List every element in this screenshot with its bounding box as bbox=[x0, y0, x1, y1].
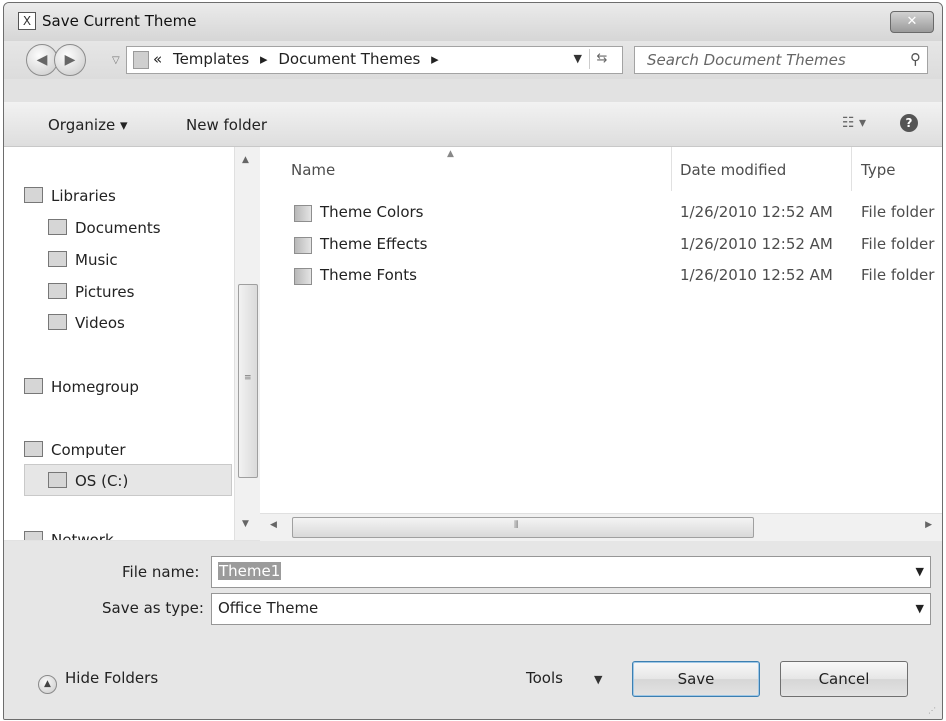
save-as-type-value: Office Theme bbox=[218, 599, 319, 617]
file-row[interactable]: Theme Effects 1/26/2010 12:52 AM File fo… bbox=[260, 232, 942, 260]
sidebar-item-libraries[interactable]: Libraries bbox=[24, 187, 116, 205]
scroll-left-icon[interactable]: ◀ bbox=[270, 520, 277, 530]
sidebar-item-computer[interactable]: Computer bbox=[24, 441, 126, 459]
file-date: 1/26/2010 12:52 AM bbox=[680, 203, 833, 221]
videos-icon bbox=[48, 314, 67, 330]
file-type: File folder bbox=[861, 203, 935, 221]
folder-icon bbox=[133, 51, 149, 69]
command-bar: Organize ▾ New folder ☷ ▾ ? bbox=[4, 102, 942, 147]
sidebar-item-network[interactable]: Network bbox=[24, 531, 114, 540]
file-name-label: File name: bbox=[122, 563, 200, 581]
homegroup-icon bbox=[24, 378, 43, 394]
folder-icon bbox=[294, 205, 312, 222]
save-form: File name: Theme1 ▼ Save as type: Office… bbox=[4, 541, 942, 719]
cancel-button[interactable]: Cancel bbox=[780, 661, 908, 697]
network-icon bbox=[24, 531, 43, 540]
folder-icon bbox=[294, 237, 312, 254]
file-name: Theme Effects bbox=[320, 235, 428, 253]
folder-icon bbox=[294, 268, 312, 285]
file-list: ▲ Name Date modified Type Theme Colors 1… bbox=[260, 147, 942, 513]
sidebar-item-videos[interactable]: Videos bbox=[48, 314, 125, 332]
file-row[interactable]: Theme Colors 1/26/2010 12:52 AM File fol… bbox=[260, 200, 942, 228]
drive-icon bbox=[48, 472, 67, 488]
scroll-thumb[interactable]: ≡ bbox=[238, 284, 258, 478]
address-dropdown-icon[interactable]: ▼ bbox=[574, 52, 582, 65]
save-theme-dialog: X Save Current Theme ✕ ◀ ▶ ▽ « Templates… bbox=[3, 2, 943, 720]
save-button[interactable]: Save bbox=[632, 661, 760, 697]
save-as-type-select[interactable]: Office Theme ▼ bbox=[211, 593, 931, 625]
organize-button[interactable]: Organize ▾ bbox=[48, 116, 128, 134]
app-icon: X bbox=[18, 12, 36, 30]
computer-icon bbox=[24, 441, 43, 457]
file-type: File folder bbox=[861, 235, 935, 253]
breadcrumb-overflow[interactable]: « bbox=[153, 50, 162, 68]
collapse-icon: ▲ bbox=[38, 675, 57, 694]
column-date-modified[interactable]: Date modified bbox=[680, 161, 786, 179]
breadcrumb-templates[interactable]: Templates bbox=[173, 50, 249, 68]
file-list-scrollbar[interactable]: ◀ ⦀ ▶ bbox=[260, 513, 942, 541]
resize-grip-icon[interactable]: ⋰ bbox=[928, 706, 936, 715]
chevron-down-icon[interactable]: ▼ bbox=[916, 565, 924, 578]
column-type[interactable]: Type bbox=[861, 161, 895, 179]
scroll-thumb[interactable]: ⦀ bbox=[292, 517, 754, 538]
libraries-icon bbox=[24, 187, 43, 203]
address-bar[interactable]: « Templates ▸ Document Themes ▸ ▼ ⇆ bbox=[126, 46, 623, 74]
window-title: Save Current Theme bbox=[42, 12, 197, 30]
documents-icon bbox=[48, 219, 67, 235]
file-date: 1/26/2010 12:52 AM bbox=[680, 266, 833, 284]
sidebar-item-music[interactable]: Music bbox=[48, 251, 118, 269]
close-button[interactable]: ✕ bbox=[890, 11, 934, 33]
column-divider[interactable] bbox=[671, 147, 672, 191]
column-name[interactable]: Name bbox=[291, 161, 335, 179]
sidebar-item-os-drive[interactable]: OS (C:) bbox=[48, 472, 128, 490]
recent-pages-dropdown[interactable]: ▽ bbox=[112, 55, 120, 66]
search-icon[interactable]: ⚲ bbox=[910, 50, 921, 68]
search-input[interactable]: Search Document Themes bbox=[647, 51, 846, 69]
file-row[interactable]: Theme Fonts 1/26/2010 12:52 AM File fold… bbox=[260, 263, 942, 291]
new-folder-button[interactable]: New folder bbox=[186, 116, 267, 134]
navigation-scrollbar[interactable]: ▲ ≡ ▼ bbox=[234, 147, 260, 540]
scroll-right-icon[interactable]: ▶ bbox=[925, 520, 932, 530]
breadcrumb-separator[interactable]: ▸ bbox=[431, 50, 439, 68]
file-name-field[interactable]: Theme1 ▼ bbox=[211, 556, 931, 588]
sort-ascending-icon: ▲ bbox=[447, 149, 454, 159]
hide-folders-button[interactable]: ▲ Hide Folders bbox=[38, 669, 158, 694]
file-type: File folder bbox=[861, 266, 935, 284]
sidebar-item-pictures[interactable]: Pictures bbox=[48, 283, 134, 301]
pictures-icon bbox=[48, 283, 67, 299]
sidebar-item-documents[interactable]: Documents bbox=[48, 219, 161, 237]
sidebar-item-homegroup[interactable]: Homegroup bbox=[24, 378, 139, 396]
file-date: 1/26/2010 12:52 AM bbox=[680, 235, 833, 253]
navigation-pane: Libraries Documents Music Pictures Video… bbox=[4, 147, 234, 540]
help-icon[interactable]: ? bbox=[900, 114, 918, 132]
save-as-type-label: Save as type: bbox=[102, 599, 204, 617]
refresh-icon[interactable]: ⇆ bbox=[589, 49, 614, 69]
view-options-icon[interactable]: ☷ ▾ bbox=[842, 115, 866, 131]
navigation-bar: ◀ ▶ ▽ « Templates ▸ Document Themes ▸ ▼ … bbox=[4, 41, 942, 79]
title-bar: X Save Current Theme ✕ bbox=[4, 3, 942, 41]
chevron-down-icon[interactable]: ▼ bbox=[916, 602, 924, 615]
tools-button[interactable]: Tools bbox=[526, 669, 563, 687]
search-box[interactable]: Search Document Themes ⚲ bbox=[634, 46, 928, 74]
music-icon bbox=[48, 251, 67, 267]
scroll-up-icon[interactable]: ▲ bbox=[242, 155, 249, 165]
breadcrumb-separator[interactable]: ▸ bbox=[260, 50, 268, 68]
file-name: Theme Fonts bbox=[320, 266, 417, 284]
chevron-down-icon[interactable]: ▼ bbox=[594, 673, 602, 686]
breadcrumb: « Templates ▸ Document Themes ▸ bbox=[153, 50, 445, 68]
breadcrumb-document-themes[interactable]: Document Themes bbox=[278, 50, 420, 68]
column-divider[interactable] bbox=[851, 147, 852, 191]
file-name-value[interactable]: Theme1 bbox=[218, 562, 282, 580]
file-name: Theme Colors bbox=[320, 203, 424, 221]
forward-button[interactable]: ▶ bbox=[54, 44, 86, 76]
scroll-down-icon[interactable]: ▼ bbox=[242, 519, 249, 529]
